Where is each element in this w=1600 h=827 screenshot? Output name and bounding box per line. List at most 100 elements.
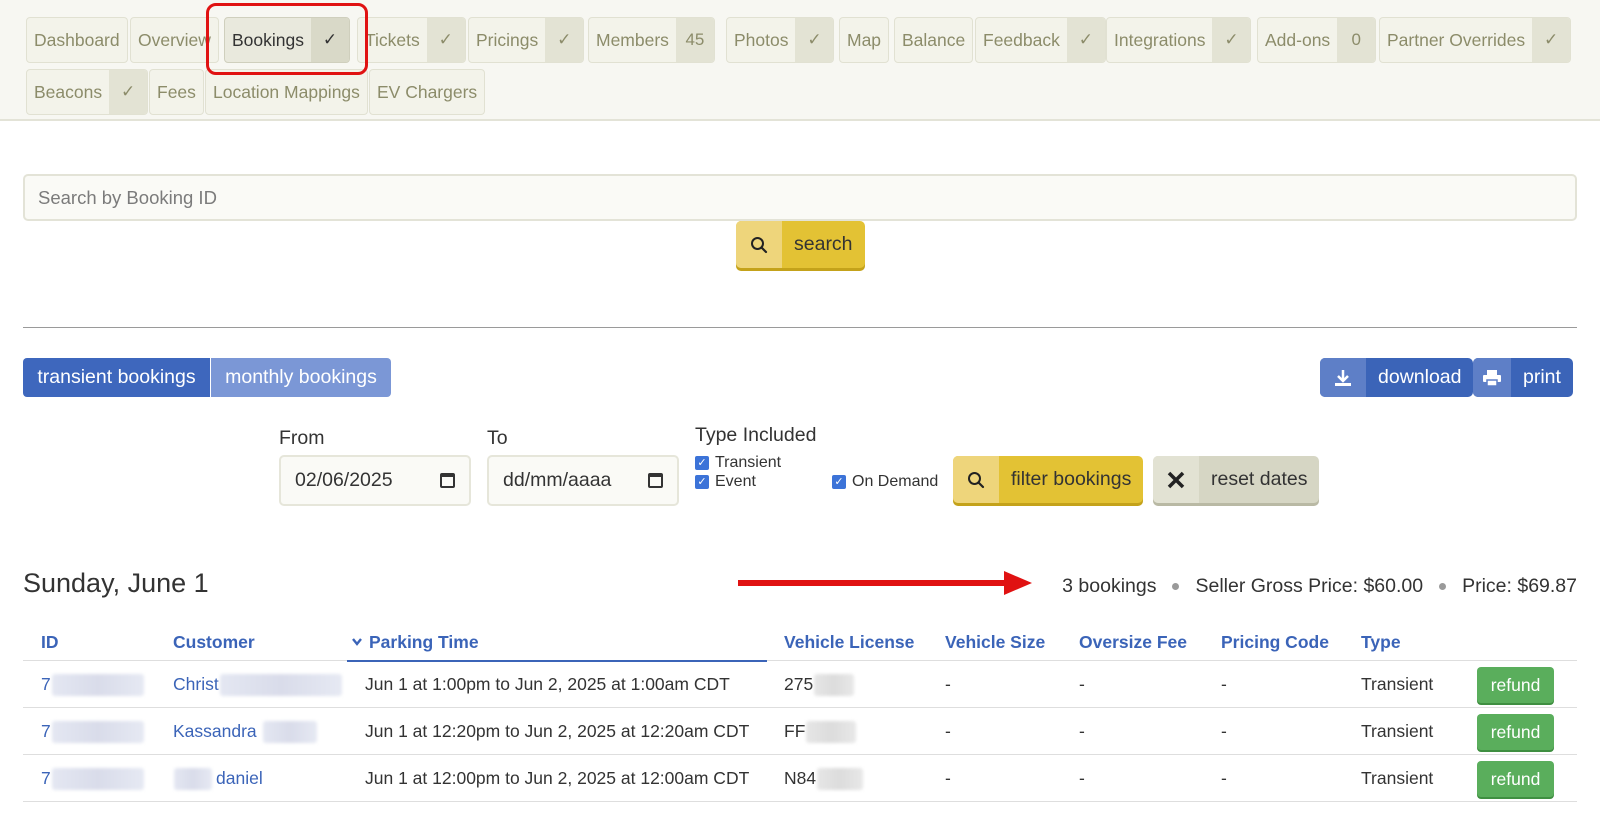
customer-link[interactable]: daniel [173, 755, 263, 802]
search-icon [736, 221, 782, 268]
redacted-text [219, 673, 342, 696]
booking-id-search-input[interactable] [23, 174, 1577, 221]
vehicle-size: - [945, 674, 951, 694]
booking-type: Transient [1361, 768, 1434, 788]
tab-label: Beacons [34, 81, 103, 102]
tab-add-ons[interactable]: Add-ons 0 [1257, 17, 1377, 63]
tab-label: Bookings [232, 29, 304, 50]
tab-dashboard[interactable]: Dashboard [26, 17, 128, 63]
reset-dates-label: reset dates [1211, 468, 1308, 490]
table-row: 7 Christ Jun 1 at 1:00pm to Jun 2, 2025 … [23, 661, 1577, 708]
refund-button[interactable]: refund [1477, 714, 1554, 750]
booking-id-link[interactable]: 7 [41, 661, 144, 708]
tab-label: Fees [157, 81, 196, 102]
count-badge: 45 [675, 18, 714, 62]
type-included-label: Type Included [695, 424, 817, 446]
column-header-type[interactable]: Type [1361, 624, 1401, 660]
tab-partner-overrides[interactable]: Partner Overrides ✓ [1379, 17, 1572, 63]
transient-checkbox-label: Transient [715, 454, 782, 471]
on-demand-checkbox-label: On Demand [852, 473, 939, 490]
column-header-id[interactable]: ID [41, 624, 59, 660]
tab-photos[interactable]: Photos ✓ [726, 17, 835, 63]
transient-checkbox[interactable]: ✓ Transient [695, 454, 781, 472]
column-header-oversize-fee[interactable]: Oversize Fee [1079, 624, 1187, 660]
download-button-label: download [1378, 366, 1462, 388]
refund-button[interactable]: refund [1477, 667, 1554, 703]
from-date-input[interactable]: 02/06/2025 [279, 455, 471, 506]
tab-balance[interactable]: Balance [894, 17, 974, 63]
bookings-table-header: ID Customer Parking Time Vehicle License… [23, 624, 1577, 662]
top-tab-bar: Dashboard Overview Bookings ✓ Tickets ✓ Pr… [0, 0, 1600, 121]
redacted-text [817, 767, 864, 790]
tab-members[interactable]: Members 45 [588, 17, 715, 63]
customer-link[interactable]: Kassandra [173, 708, 317, 755]
tab-label: Location Mappings [213, 81, 360, 102]
redacted-text [51, 720, 144, 743]
redacted-text [51, 767, 144, 790]
pricing-code: - [1221, 674, 1227, 694]
refund-button[interactable]: refund [1477, 761, 1554, 797]
customer-name: Christ [173, 674, 219, 694]
bookings-count: 3 bookings [1062, 575, 1157, 597]
tab-label: Overview [138, 29, 211, 50]
check-icon: ✓ [545, 18, 584, 62]
tab-tickets[interactable]: Tickets ✓ [357, 17, 466, 63]
tab-pricings[interactable]: Pricings ✓ [468, 17, 585, 63]
download-button[interactable]: download [1320, 358, 1474, 397]
to-date-value: dd/mm/aaaa [503, 469, 612, 491]
tab-fees[interactable]: Fees [149, 69, 204, 115]
separator-dot [1172, 583, 1180, 590]
tab-ev-chargers[interactable]: EV Chargers [369, 69, 486, 115]
day-summary: 3 bookings Seller Gross Price: $60.00 Pr… [1062, 575, 1577, 598]
arrow-annotation-icon [738, 571, 1032, 595]
reset-dates-button[interactable]: reset dates [1153, 456, 1320, 503]
tab-label: Members [596, 29, 669, 50]
tab-integrations[interactable]: Integrations ✓ [1106, 17, 1252, 63]
booking-type: Transient [1361, 721, 1434, 741]
checkbox-checked-icon: ✓ [695, 475, 709, 489]
separator-dot [1439, 583, 1447, 590]
day-heading: Sunday, June 1 [23, 568, 209, 598]
booking-id-link[interactable]: 7 [41, 708, 144, 755]
calendar-icon[interactable] [440, 473, 455, 488]
search-button[interactable]: search [736, 221, 865, 268]
column-header-customer[interactable]: Customer [173, 624, 255, 660]
checkbox-checked-icon: ✓ [832, 475, 846, 489]
calendar-icon[interactable] [648, 473, 663, 488]
tab-bookings[interactable]: Bookings ✓ [224, 17, 350, 63]
tab-map[interactable]: Map [839, 17, 890, 63]
filter-bookings-label: filter bookings [1011, 468, 1132, 490]
tab-feedback[interactable]: Feedback ✓ [975, 17, 1106, 63]
column-header-parking-time[interactable]: Parking Time [347, 624, 767, 662]
tab-overview[interactable]: Overview [130, 17, 219, 63]
check-icon: ✓ [426, 18, 465, 62]
event-checkbox[interactable]: ✓ Event [695, 473, 756, 491]
column-header-pricing-code[interactable]: Pricing Code [1221, 624, 1329, 660]
parking-time: Jun 1 at 12:20pm to Jun 2, 2025 at 12:20… [365, 721, 750, 741]
oversize-fee: - [1079, 674, 1085, 694]
vehicle-size: - [945, 721, 951, 741]
column-header-vehicle-license[interactable]: Vehicle License [784, 624, 914, 660]
vehicle-license-text: N84 [784, 768, 817, 788]
check-icon: ✓ [1532, 18, 1571, 62]
vehicle-size: - [945, 768, 951, 788]
event-checkbox-label: Event [715, 473, 756, 490]
transient-bookings-toggle[interactable]: transient bookings [23, 358, 210, 397]
tab-location-mappings[interactable]: Location Mappings [205, 69, 368, 115]
print-button[interactable]: print [1473, 358, 1573, 397]
filter-bookings-button[interactable]: filter bookings [953, 456, 1144, 503]
tab-label: Balance [902, 29, 966, 50]
close-icon [1153, 456, 1199, 503]
total-price: Price: $69.87 [1462, 575, 1577, 597]
booking-id-link[interactable]: 7 [41, 755, 144, 802]
column-header-vehicle-size[interactable]: Vehicle Size [945, 624, 1045, 660]
customer-link[interactable]: Christ [173, 661, 342, 708]
on-demand-checkbox[interactable]: ✓ On Demand [832, 473, 938, 491]
oversize-fee: - [1079, 721, 1085, 741]
pricing-code: - [1221, 768, 1227, 788]
booking-id-text: 7 [41, 674, 51, 694]
to-date-input[interactable]: dd/mm/aaaa [487, 455, 679, 506]
monthly-bookings-toggle[interactable]: monthly bookings [211, 358, 391, 397]
tab-beacons[interactable]: Beacons ✓ [26, 69, 149, 115]
seller-gross-price: Seller Gross Price: $60.00 [1195, 575, 1424, 597]
